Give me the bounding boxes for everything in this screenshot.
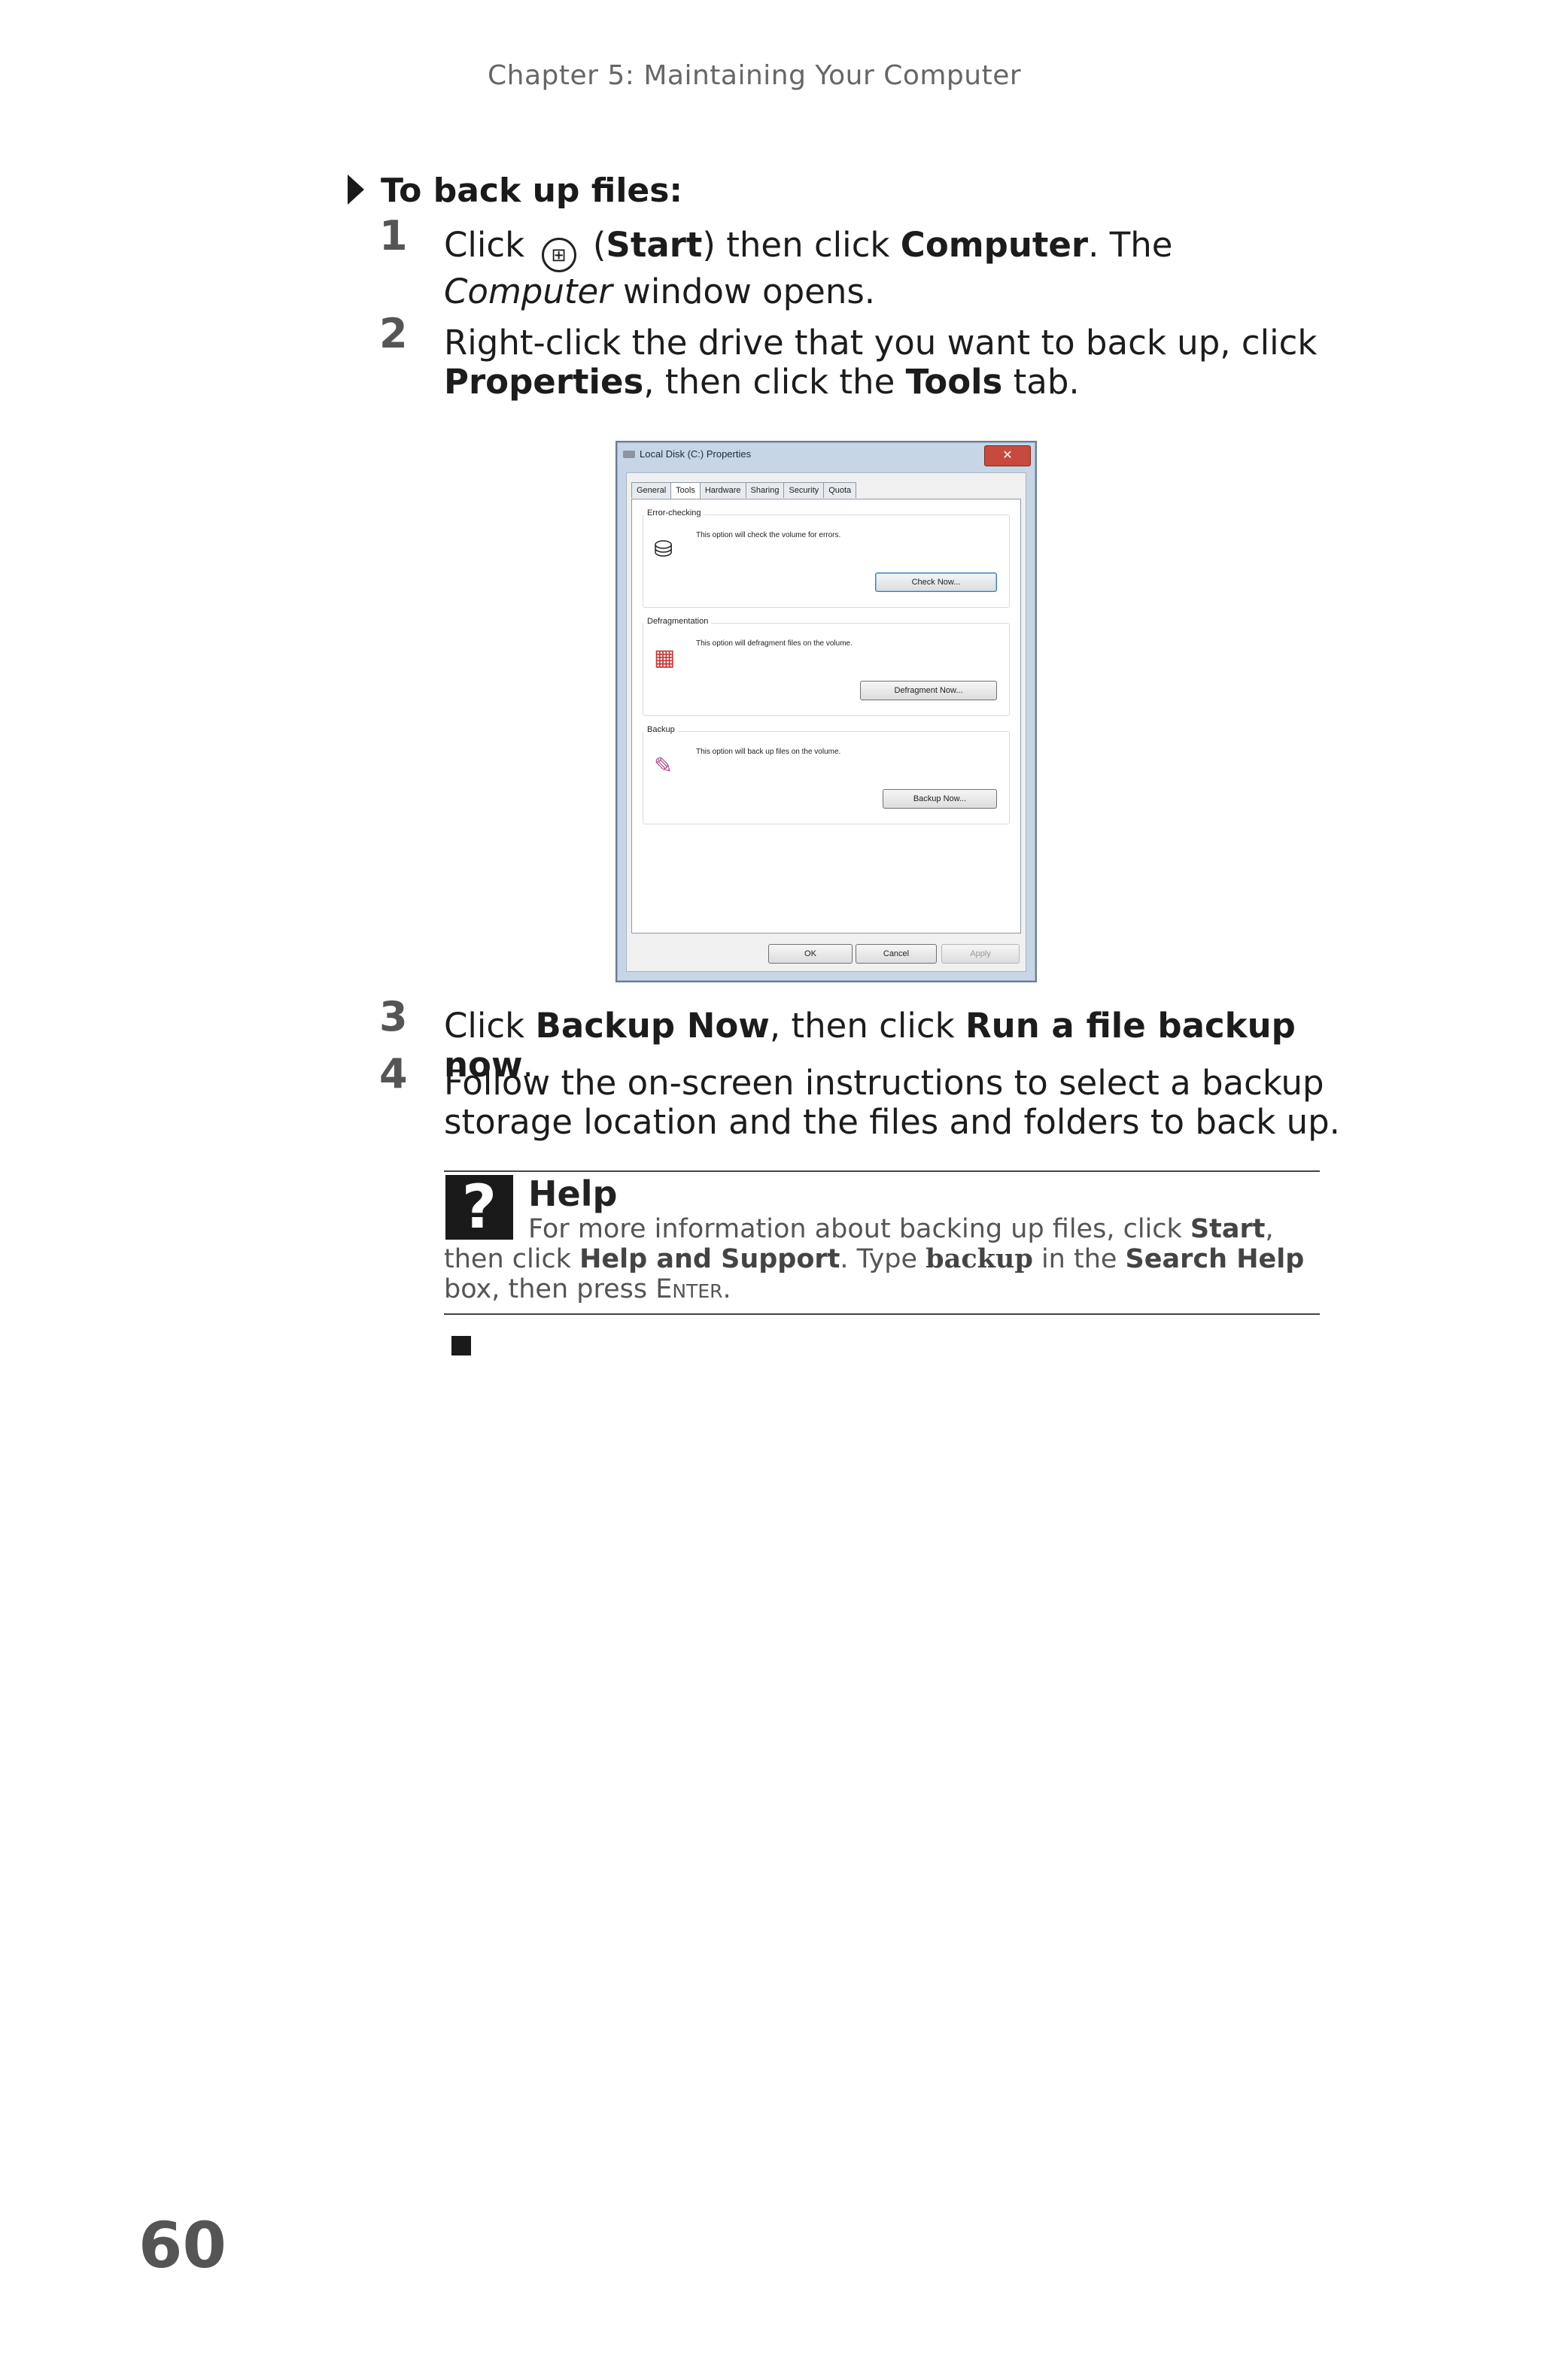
text: For more information about backing up fi…: [528, 1214, 1190, 1244]
group-description: This option will back up files on the vo…: [696, 748, 841, 756]
step-text: Follow the on-screen instructions to sel…: [444, 1063, 1340, 1142]
tab-general[interactable]: General: [631, 482, 672, 498]
properties-term: Properties: [444, 362, 644, 402]
step-number: 1: [379, 212, 408, 260]
help-bottom-rule: [444, 1313, 1320, 1315]
close-button[interactable]: ✕: [984, 445, 1031, 466]
windows-start-icon: ⊞: [541, 238, 576, 272]
backup-now-button[interactable]: Backup Now...: [883, 789, 997, 809]
step-number: 4: [379, 1050, 408, 1097]
tab-hardware[interactable]: Hardware: [699, 482, 746, 498]
group-description: This option will defragment files on the…: [696, 639, 853, 648]
text: (: [592, 225, 606, 265]
text: . Type: [840, 1244, 926, 1274]
text: , then click: [769, 1006, 966, 1046]
dialog-body: General Tools Hardware Sharing Security Quota…: [626, 472, 1026, 972]
search-help-term: Search Help: [1125, 1244, 1305, 1274]
defragmentation-group: ▦ This option will defragment files on t…: [643, 623, 1010, 716]
section-heading-text: To back up files:: [381, 172, 683, 210]
group-label: Error-checking: [644, 508, 704, 518]
text: ) then click: [702, 225, 901, 265]
text: tab.: [1002, 362, 1080, 402]
text: in the: [1032, 1244, 1126, 1274]
help-support-term: Help and Support: [579, 1244, 840, 1274]
page-number: 60: [138, 2208, 226, 2282]
text: Right-click the drive that you want to b…: [444, 323, 1318, 363]
enter-key: Enter: [655, 1274, 723, 1304]
disk-icon: [623, 451, 635, 458]
group-description: This option will check the volume for er…: [696, 531, 841, 539]
backup-keyword: backup: [926, 1243, 1033, 1274]
text: .: [722, 1274, 731, 1304]
step-number: 2: [379, 310, 408, 357]
check-now-button[interactable]: Check Now...: [875, 572, 997, 592]
text: , then click the: [643, 362, 906, 402]
dialog-title-bar: Local Disk (C:) Properties: [623, 448, 1029, 466]
check-disk-icon: ⛁: [654, 537, 673, 562]
text: window opens.: [612, 272, 876, 311]
text: Click: [444, 1006, 536, 1046]
defragment-now-button[interactable]: Defragment Now...: [860, 681, 997, 700]
error-checking-group: ⛁ This option will check the volume for …: [643, 515, 1010, 608]
backup-now-term: Backup Now: [535, 1006, 770, 1046]
backup-group: ✎ This option will back up files on the …: [643, 731, 1010, 824]
defragment-icon: ▦: [654, 645, 676, 670]
chapter-header: Chapter 5: Maintaining Your Computer: [488, 60, 1022, 91]
step-text: Right-click the drive that you want to b…: [444, 323, 1347, 402]
cancel-button[interactable]: Cancel: [856, 944, 937, 964]
step-number: 3: [379, 993, 408, 1040]
start-term: Start: [606, 225, 703, 265]
step-text: Click ⊞ (Start) then click Computer. The…: [444, 226, 1347, 311]
tools-panel: ⛁ This option will check the volume for …: [631, 499, 1021, 933]
computer-window-term: Computer: [444, 272, 612, 311]
section-heading: To back up files:: [348, 172, 682, 210]
ok-button[interactable]: OK: [768, 944, 853, 964]
end-of-section-marker: [451, 1336, 471, 1355]
tab-quota[interactable]: Quota: [823, 482, 857, 498]
backup-icon: ✎: [654, 754, 673, 779]
help-top-rule: [444, 1170, 1320, 1172]
start-term: Start: [1190, 1214, 1266, 1244]
group-label: Backup: [644, 725, 678, 734]
text: box, then press: [444, 1274, 656, 1304]
tab-security[interactable]: Security: [783, 482, 825, 498]
properties-dialog-screenshot: Local Disk (C:) Properties ✕ General Tool…: [615, 441, 1037, 982]
computer-term: Computer: [900, 225, 1089, 265]
tab-sharing[interactable]: Sharing: [745, 482, 785, 498]
tab-strip: General Tools Hardware Sharing Security Quota: [631, 479, 1021, 502]
dialog-title: Local Disk (C:) Properties: [640, 448, 752, 460]
text: Click: [444, 225, 536, 265]
apply-button[interactable]: Apply: [941, 944, 1020, 964]
help-title: Help: [528, 1173, 618, 1214]
text: . The: [1088, 225, 1173, 265]
help-body: For more information about backing up fi…: [444, 1214, 1320, 1304]
triangle-bullet-icon: [348, 175, 364, 205]
tools-term: Tools: [905, 362, 1003, 402]
group-label: Defragmentation: [644, 617, 712, 626]
